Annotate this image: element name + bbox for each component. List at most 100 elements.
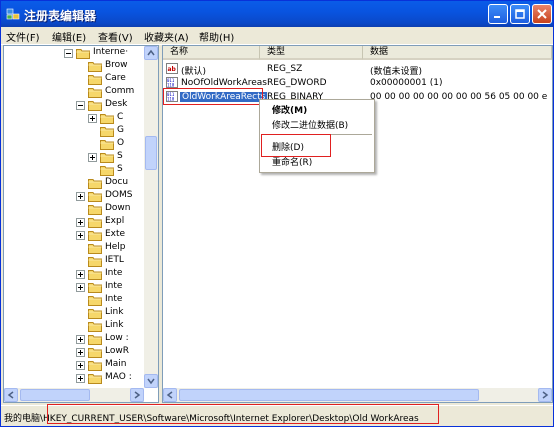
tree-scroll-down-button[interactable] bbox=[144, 374, 158, 388]
list-hscroll-thumb[interactable] bbox=[179, 389, 479, 401]
tree-item-label: S bbox=[117, 164, 123, 174]
folder-icon bbox=[88, 361, 102, 371]
tree-item-label: LowR bbox=[105, 346, 129, 356]
collapse-icon[interactable] bbox=[64, 49, 73, 58]
list-scroll-left-button[interactable] bbox=[163, 388, 177, 402]
collapse-icon[interactable] bbox=[76, 101, 85, 110]
folder-icon bbox=[88, 322, 102, 332]
close-button[interactable] bbox=[532, 4, 552, 24]
tree-item-label: Brow bbox=[105, 60, 128, 70]
folder-icon bbox=[88, 270, 102, 280]
menu-bar: 文件(F) 编辑(E) 查看(V) 收藏夹(A) 帮助(H) bbox=[1, 27, 553, 45]
menu-view[interactable]: 查看(V) bbox=[98, 29, 133, 44]
tree-item-label: Expl bbox=[105, 216, 125, 226]
menu-help[interactable]: 帮助(H) bbox=[199, 29, 234, 44]
folder-icon bbox=[88, 374, 102, 384]
folder-icon bbox=[100, 114, 114, 124]
folder-icon bbox=[100, 153, 114, 163]
tree-scroll-thumb[interactable] bbox=[145, 136, 157, 170]
expand-icon[interactable] bbox=[76, 270, 85, 279]
folder-icon bbox=[100, 127, 114, 137]
menu-favorites[interactable]: 收藏夹(A) bbox=[144, 29, 189, 44]
column-header-data[interactable]: 数据 bbox=[363, 46, 552, 60]
menu-file[interactable]: 文件(F) bbox=[6, 29, 40, 44]
tree-scroll-right-button[interactable] bbox=[130, 388, 144, 402]
expand-icon[interactable] bbox=[76, 374, 85, 383]
tree-item-label: Main bbox=[105, 359, 127, 369]
folder-icon bbox=[88, 348, 102, 358]
folder-icon bbox=[88, 257, 102, 267]
tree-item-label: Docu bbox=[105, 177, 129, 187]
menu-edit[interactable]: 编辑(E) bbox=[52, 29, 86, 44]
tree-item-label: Link bbox=[105, 320, 124, 330]
folder-icon bbox=[88, 75, 102, 85]
menu-item-modify-binary[interactable]: 修改二进位数据(B) bbox=[272, 118, 348, 131]
minimize-button[interactable] bbox=[488, 4, 508, 24]
folder-icon bbox=[88, 88, 102, 98]
registry-editor-window: 注册表编辑器 文件(F) 编辑(E) 查看(V) 收藏夹(A) 帮助(H) In… bbox=[0, 0, 554, 427]
folder-icon bbox=[88, 283, 102, 293]
list-horizontal-scrollbar[interactable] bbox=[163, 388, 552, 402]
column-header-name[interactable]: 名称 bbox=[163, 46, 260, 60]
tree-item-label: DOMS bbox=[105, 190, 133, 200]
tree-item-label: Desk bbox=[105, 99, 128, 109]
value-row[interactable]: ab (默认) REG_SZ (数值未设置) bbox=[163, 62, 552, 77]
folder-icon bbox=[88, 179, 102, 189]
svg-text:ab: ab bbox=[168, 66, 177, 73]
tree-item-label: MAO : bbox=[105, 372, 132, 382]
tree-scroll-left-button[interactable] bbox=[4, 388, 18, 402]
list-scroll-right-button[interactable] bbox=[538, 388, 552, 402]
expand-icon[interactable] bbox=[76, 192, 85, 201]
value-data: 00 00 00 00 00 00 00 00 56 05 00 00 e bbox=[370, 92, 548, 102]
tree-item-label: Inte bbox=[105, 268, 123, 278]
tree-item-label: Inte bbox=[105, 281, 123, 291]
expand-icon[interactable] bbox=[76, 231, 85, 240]
menu-item-modify[interactable]: 修改(M) bbox=[272, 103, 307, 116]
tree-item-label: Help bbox=[105, 242, 126, 252]
folder-icon bbox=[88, 192, 102, 202]
column-header-type[interactable]: 类型 bbox=[260, 46, 363, 60]
folder-icon bbox=[88, 335, 102, 345]
expand-icon[interactable] bbox=[76, 348, 85, 357]
tree-horizontal-scrollbar[interactable] bbox=[4, 388, 144, 402]
tree-scroll-up-button[interactable] bbox=[144, 46, 158, 60]
folder-icon bbox=[88, 231, 102, 241]
tree-vertical-scrollbar[interactable] bbox=[144, 46, 158, 388]
scroll-left-icon bbox=[7, 391, 14, 399]
maximize-button[interactable] bbox=[510, 4, 530, 24]
tree-item-label: Inte bbox=[105, 294, 123, 304]
binary-value-icon: 011 110 bbox=[166, 77, 178, 88]
expand-icon[interactable] bbox=[88, 114, 97, 123]
key-tree-pane[interactable]: Interne· Brow Care Comm Desk C G O S S Docu DOMS Dow… bbox=[3, 45, 159, 403]
tree-hscroll-thumb[interactable] bbox=[20, 389, 90, 401]
tree-item-label: S bbox=[117, 151, 123, 161]
title-bar[interactable]: 注册表编辑器 bbox=[1, 1, 553, 27]
expand-icon[interactable] bbox=[76, 335, 85, 344]
expand-icon[interactable] bbox=[88, 153, 97, 162]
value-type: REG_SZ bbox=[267, 64, 303, 74]
tree-item-label: Down bbox=[105, 203, 131, 213]
string-value-icon: ab bbox=[166, 63, 178, 74]
scroll-right-icon bbox=[134, 391, 141, 399]
expand-icon[interactable] bbox=[76, 283, 85, 292]
maximize-icon bbox=[515, 9, 525, 19]
scroll-up-icon bbox=[147, 49, 155, 56]
scroll-down-icon bbox=[147, 378, 155, 385]
selected-value-highlight bbox=[163, 88, 263, 105]
tree-item-label: Comm bbox=[105, 86, 135, 96]
minimize-icon bbox=[494, 16, 500, 18]
tree-item-label: Low : bbox=[105, 333, 129, 343]
folder-icon bbox=[88, 62, 102, 72]
expand-icon[interactable] bbox=[76, 218, 85, 227]
svg-text:110: 110 bbox=[167, 83, 175, 88]
folder-icon bbox=[88, 101, 102, 111]
tree-item-label: IETL bbox=[105, 255, 124, 265]
tree-item-label: G bbox=[117, 125, 124, 135]
folder-icon bbox=[100, 166, 114, 176]
expand-icon[interactable] bbox=[76, 361, 85, 370]
scroll-left-icon bbox=[166, 391, 173, 399]
tree-item-label: O bbox=[117, 138, 125, 148]
value-name: NoOfOldWorkAreas bbox=[181, 78, 267, 88]
value-type: REG_DWORD bbox=[267, 78, 327, 88]
key-path-highlight bbox=[47, 404, 439, 424]
